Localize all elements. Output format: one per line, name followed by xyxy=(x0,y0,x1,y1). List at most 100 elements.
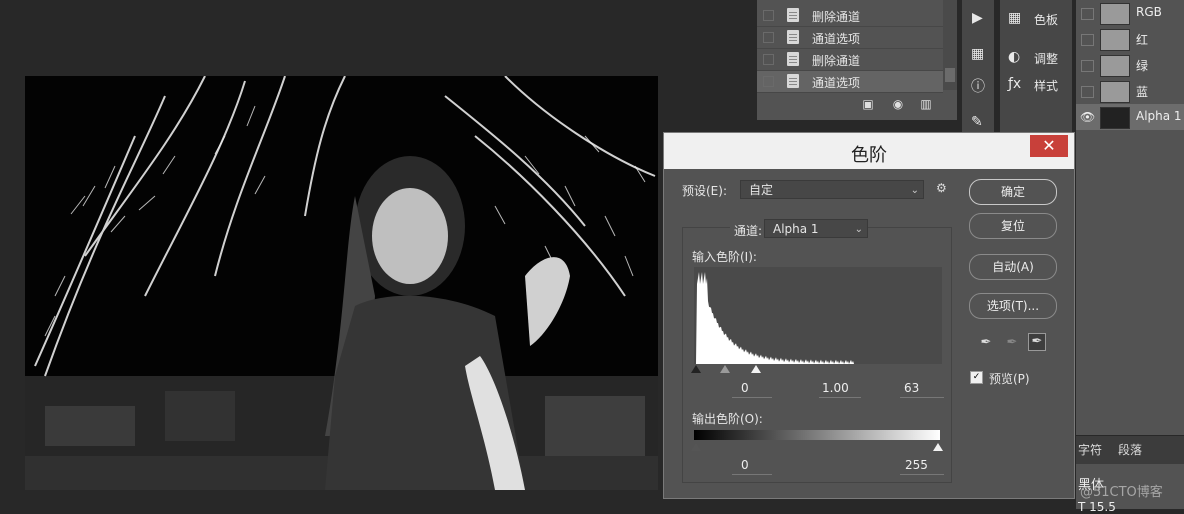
history-checkbox[interactable] xyxy=(763,32,774,43)
input-white-slider[interactable] xyxy=(751,365,761,373)
channel-name: RGB xyxy=(1136,5,1162,19)
history-scroll-thumb[interactable] xyxy=(945,68,955,82)
visibility-toggle[interactable] xyxy=(1081,86,1094,98)
output-black-slider[interactable] xyxy=(691,443,701,451)
channel-row[interactable]: 蓝 xyxy=(1076,78,1184,104)
document-icon xyxy=(787,8,799,22)
eye-icon[interactable]: 👁 xyxy=(1080,110,1095,124)
divider xyxy=(732,397,772,398)
input-gray-slider[interactable] xyxy=(720,365,730,373)
divider xyxy=(732,474,772,475)
camera-icon[interactable]: ◉ xyxy=(891,98,905,110)
tool-preset-icon[interactable]: ✎ xyxy=(971,114,983,130)
history-item[interactable]: 删除通道 xyxy=(757,5,943,27)
preset-label: 预设(E): xyxy=(682,184,727,198)
tab-paragraph[interactable]: 段落 xyxy=(1118,441,1142,458)
ok-button[interactable]: 确定 xyxy=(969,179,1057,205)
history-item[interactable]: 通道选项 xyxy=(757,27,943,49)
history-checkbox[interactable] xyxy=(763,76,774,87)
history-checkbox[interactable] xyxy=(763,10,774,21)
swatches-label[interactable]: 色板 xyxy=(1034,11,1058,28)
visibility-toggle[interactable] xyxy=(1081,60,1094,72)
output-levels-label: 输出色阶(O): xyxy=(692,412,763,426)
play-icon[interactable]: ▶ xyxy=(972,10,983,26)
output-white-value[interactable]: 255 xyxy=(905,458,928,472)
history-checkbox[interactable] xyxy=(763,54,774,65)
font-size-field[interactable]: T 15.5 xyxy=(1078,500,1116,514)
chevron-down-icon: ⌄ xyxy=(854,224,863,235)
histogram-graph xyxy=(694,267,942,364)
channel-thumbnail xyxy=(1100,81,1130,103)
document-icon xyxy=(787,74,799,88)
trash-icon[interactable]: ▥ xyxy=(919,98,933,110)
input-levels-label: 输入色阶(I): xyxy=(692,250,757,264)
channel-row-selected[interactable]: 👁 Alpha 1 xyxy=(1076,104,1184,130)
styles-label[interactable]: 样式 xyxy=(1034,77,1058,94)
character-panel-tabs: 字符 段落 xyxy=(1076,436,1184,464)
tab-character[interactable]: 字符 xyxy=(1078,441,1102,458)
channel-thumbnail xyxy=(1100,3,1130,25)
channel-name: 绿 xyxy=(1136,59,1149,73)
output-black-value[interactable]: 0 xyxy=(741,458,749,472)
channel-label: 通道: xyxy=(730,222,767,239)
channel-thumbnail xyxy=(1100,29,1130,51)
visibility-toggle[interactable] xyxy=(1081,34,1094,46)
channel-row[interactable]: 红 xyxy=(1076,26,1184,52)
input-gamma-value[interactable]: 1.00 xyxy=(822,381,849,395)
visibility-toggle[interactable] xyxy=(1081,8,1094,20)
options-button[interactable]: 选项(T)... xyxy=(969,293,1057,319)
dialog-title: 色阶 xyxy=(851,145,887,166)
history-item-selected[interactable]: 通道选项 xyxy=(757,71,943,93)
auto-button[interactable]: 自动(A) xyxy=(969,254,1057,280)
input-black-slider[interactable] xyxy=(691,365,701,373)
preview-checkbox[interactable]: ✓ xyxy=(970,371,983,384)
adjustments-label[interactable]: 调整 xyxy=(1034,50,1058,67)
channel-name: Alpha 1 xyxy=(1136,109,1182,123)
history-item[interactable]: 删除通道 xyxy=(757,49,943,71)
input-black-value[interactable]: 0 xyxy=(741,381,749,395)
channel-row[interactable]: 绿 xyxy=(1076,52,1184,78)
properties-icon[interactable]: ▦ xyxy=(971,46,984,62)
preset-value: 自定 xyxy=(749,183,774,197)
channel-thumbnail xyxy=(1100,107,1130,129)
history-item-label: 通道选项 xyxy=(812,32,861,46)
info-icon[interactable]: ⓘ xyxy=(971,76,985,96)
channel-dropdown[interactable]: Alpha 1 ⌄ xyxy=(764,219,868,238)
close-button[interactable]: ✕ xyxy=(1030,135,1068,157)
document-canvas[interactable] xyxy=(25,76,658,490)
history-item-label: 通道选项 xyxy=(812,76,861,90)
dialog-titlebar[interactable]: 色阶 ✕ xyxy=(664,133,1074,169)
channel-name: 蓝 xyxy=(1136,85,1149,99)
input-white-value[interactable]: 63 xyxy=(904,381,919,395)
history-item-label: 删除通道 xyxy=(812,54,861,68)
watermark: @51CTO博客 xyxy=(1080,485,1163,500)
gear-icon[interactable]: ⚙ xyxy=(936,181,947,195)
gray-eyedropper-icon[interactable]: ✒ xyxy=(1004,335,1020,351)
swatches-icon[interactable]: ▦ xyxy=(1008,10,1021,26)
white-eyedropper-icon[interactable]: ✒ xyxy=(1028,333,1046,351)
preset-dropdown[interactable]: 自定 ⌄ xyxy=(740,180,924,199)
styles-icon[interactable]: ƒx xyxy=(1008,76,1021,92)
black-eyedropper-icon[interactable]: ✒ xyxy=(978,335,994,351)
canvas-image xyxy=(25,76,658,490)
channels-panel: RGB 红 绿 蓝 👁 Alpha 1 xyxy=(1076,0,1184,435)
panel-icon-strip: ▶ ▦ ⓘ ✎ xyxy=(962,0,994,135)
preview-label[interactable]: 预览(P) xyxy=(989,370,1030,387)
document-icon xyxy=(787,52,799,66)
output-white-slider[interactable] xyxy=(933,443,943,451)
channel-thumbnail xyxy=(1100,55,1130,77)
output-gradient xyxy=(694,430,940,440)
divider xyxy=(900,397,944,398)
channel-row[interactable]: RGB xyxy=(1076,0,1184,26)
levels-dialog: 色阶 ✕ 预设(E): 自定 ⌄ ⚙ 确定 复位 自动(A) 选项(T)... … xyxy=(663,132,1075,499)
history-panel: 删除通道 通道选项 删除通道 通道选项 ▣ ◉ ▥ xyxy=(757,0,957,120)
panel-shortcuts: ▦ 色板 ◐ 调整 ƒx 样式 xyxy=(1000,0,1072,135)
divider xyxy=(900,474,944,475)
new-snapshot-icon[interactable]: ▣ xyxy=(861,98,875,110)
adjustments-icon[interactable]: ◐ xyxy=(1008,49,1020,65)
channel-value: Alpha 1 xyxy=(773,222,819,236)
channel-name: 红 xyxy=(1136,33,1149,47)
document-icon xyxy=(787,30,799,44)
reset-button[interactable]: 复位 xyxy=(969,213,1057,239)
divider xyxy=(819,397,861,398)
